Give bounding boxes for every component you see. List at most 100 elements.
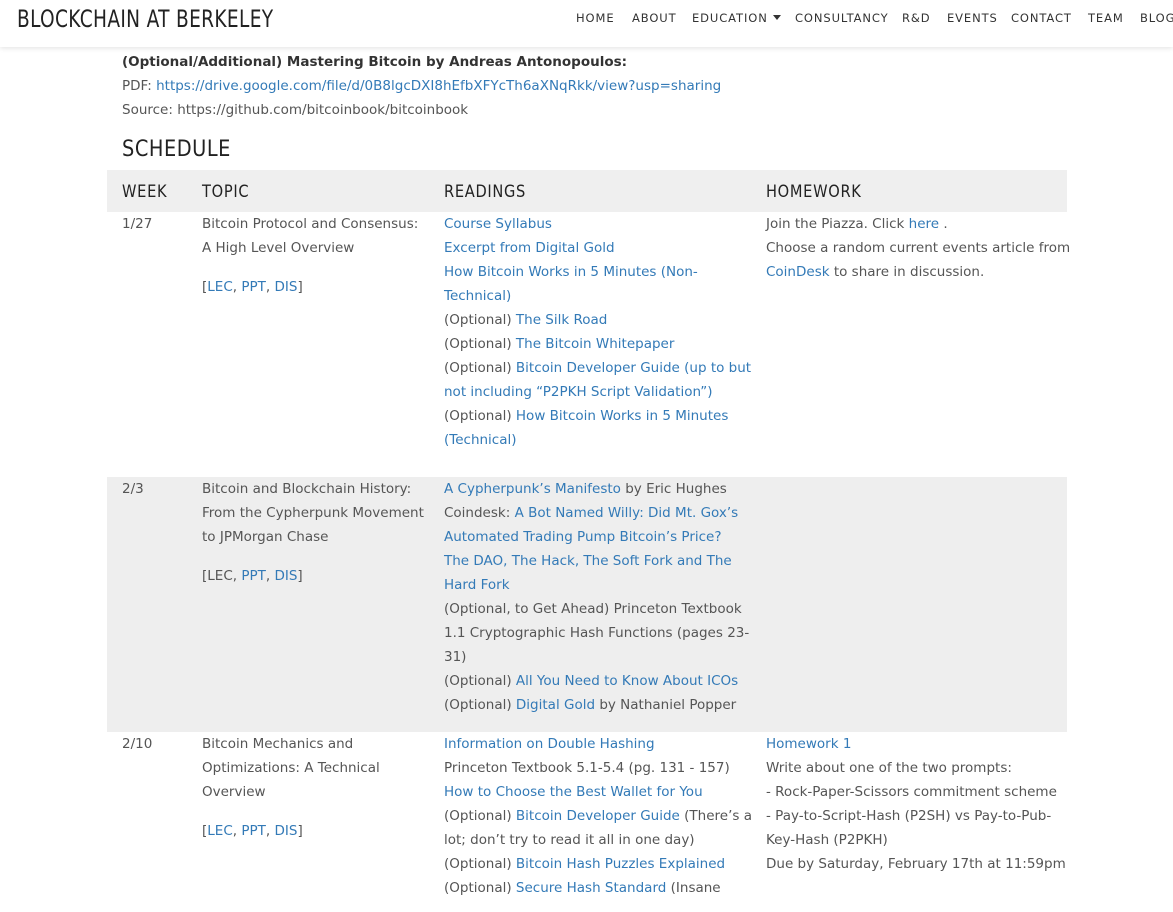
nav-blog[interactable]: BLOG <box>1140 11 1173 25</box>
reading-line: (Optional) Secure Hash Standard (Insane <box>444 876 752 900</box>
resource-pdf-line: PDF: https://drive.google.com/file/d/0B8… <box>122 77 721 95</box>
nav-education[interactable]: EDUCATION <box>692 11 781 25</box>
nav-consultancy[interactable]: CONSULTANCY <box>795 11 889 25</box>
lec-link[interactable]: LEC <box>207 823 232 839</box>
reading-text: (Optional) <box>444 856 516 872</box>
homework-cell: Join the Piazza. Click here . Choose a ra… <box>766 212 1070 284</box>
reading-link[interactable]: The Silk Road <box>516 312 607 328</box>
reading-link[interactable]: The Bitcoin Whitepaper <box>516 336 675 352</box>
nav-team[interactable]: TEAM <box>1088 11 1124 25</box>
homework-text: to share in discussion. <box>829 264 985 280</box>
reading-link[interactable]: Automated Trading Pump Bitcoin’s Price? <box>444 529 722 545</box>
table-row: 1/27 Bitcoin Protocol and Consensus: A Hig… <box>107 212 1070 477</box>
reading-line: Information on Double Hashing <box>444 732 752 756</box>
reading-link[interactable]: Bitcoin Developer Guide (up to but <box>516 360 751 376</box>
homework-link[interactable]: Homework 1 <box>766 736 851 752</box>
materials-links: [LEC, PPT, DIS] <box>202 564 424 588</box>
reading-link[interactable]: Course Syllabus <box>444 216 552 232</box>
homework-link[interactable]: CoinDesk <box>766 264 830 280</box>
reading-link[interactable]: Technical) <box>444 288 511 304</box>
reading-line: Hard Fork <box>444 573 749 597</box>
nav-about[interactable]: ABOUT <box>632 11 677 25</box>
reading-line: The DAO, The Hack, The Soft Fork and The <box>444 549 749 573</box>
materials-links: [LEC, PPT, DIS] <box>202 275 418 299</box>
lec-link[interactable]: LEC <box>207 279 232 295</box>
reading-link[interactable]: (Technical) <box>444 432 517 448</box>
ppt-link[interactable]: PPT <box>241 568 266 584</box>
reading-text: (Optional) <box>444 880 516 896</box>
reading-line: Technical) <box>444 284 751 308</box>
reading-link[interactable]: Digital Gold <box>516 697 595 713</box>
reading-link[interactable]: Information on Double Hashing <box>444 736 655 752</box>
column-header-topic: TOPIC <box>202 182 250 202</box>
nav-events[interactable]: EVENTS <box>947 11 998 25</box>
column-header-readings: READINGS <box>444 182 527 202</box>
reading-text: (Optional) <box>444 697 516 713</box>
nav-home[interactable]: HOME <box>576 11 615 25</box>
dis-link[interactable]: DIS <box>274 279 297 295</box>
ppt-link[interactable]: PPT <box>241 823 266 839</box>
week-label: 1/27 <box>122 216 153 232</box>
reading-link[interactable]: The DAO, The Hack, The Soft Fork and The <box>444 553 732 569</box>
readings-cell: Information on Double Hashing Princeton T… <box>444 732 752 900</box>
reading-link[interactable]: A Bot Named Willy: Did Mt. Gox’s <box>515 505 739 521</box>
reading-text: by Eric Hughes <box>620 481 727 497</box>
reading-link[interactable]: Secure Hash Standard <box>516 880 666 896</box>
reading-link[interactable]: How Bitcoin Works in 5 Minutes <box>516 408 728 424</box>
nav-rnd[interactable]: R&D <box>902 11 931 25</box>
reading-link[interactable]: Hard Fork <box>444 577 510 593</box>
table-row: 2/10 Bitcoin Mechanics and Optimizations: … <box>107 732 1067 912</box>
reading-text: 31) <box>444 649 467 665</box>
topic-line: Bitcoin Mechanics and <box>202 736 354 752</box>
reading-link[interactable]: Bitcoin Hash Puzzles Explained <box>516 856 725 872</box>
reading-text: (Optional) <box>444 312 516 328</box>
reading-text: (Optional) <box>444 808 516 824</box>
reading-text: (Optional) <box>444 408 516 424</box>
bracket-open: [LEC, <box>202 568 242 584</box>
reading-link[interactable]: How to Choose the Best Wallet for You <box>444 784 703 800</box>
reading-link[interactable]: Bitcoin Developer Guide <box>516 808 680 824</box>
reading-link[interactable]: not including “P2PKH Script Validation”) <box>444 384 713 400</box>
week-label: 2/10 <box>122 736 153 752</box>
homework-line: CoinDesk to share in discussion. <box>766 260 1070 284</box>
week-label: 2/3 <box>122 481 144 497</box>
pdf-link[interactable]: https://drive.google.com/file/d/0B8lgcDX… <box>156 78 721 94</box>
column-header-homework: HOMEWORK <box>766 182 862 202</box>
site-brand[interactable]: BLOCKCHAIN AT BERKELEY <box>17 4 273 34</box>
homework-text: - Pay-to-Script-Hash (P2SH) vs Pay-to-Pu… <box>766 808 1052 824</box>
reading-text: Princeton Textbook 5.1-5.4 (pg. 131 - 15… <box>444 760 730 776</box>
reading-text: (Optional) <box>444 673 516 689</box>
reading-line: (Optional) How Bitcoin Works in 5 Minute… <box>444 404 751 428</box>
schedule-heading: SCHEDULE <box>122 137 231 162</box>
table-row: 2/3 Bitcoin and Blockchain History: From t… <box>107 477 1067 732</box>
reading-link[interactable]: A Cypherpunk’s Manifesto <box>444 481 621 497</box>
reading-line: (Technical) <box>444 428 751 452</box>
reading-line: A Cypherpunk’s Manifesto by Eric Hughes <box>444 477 749 501</box>
homework-line: - Rock-Paper-Scissors commitment scheme <box>766 780 1066 804</box>
reading-line: not including “P2PKH Script Validation”) <box>444 380 751 404</box>
reading-line: (Optional) Bitcoin Hash Puzzles Explaine… <box>444 852 752 876</box>
resource-title: (Optional/Additional) Mastering Bitcoin … <box>122 54 628 70</box>
homework-line: Due by Saturday, February 17th at 11:59p… <box>766 852 1066 876</box>
reading-line: Automated Trading Pump Bitcoin’s Price? <box>444 525 749 549</box>
dis-link[interactable]: DIS <box>274 568 297 584</box>
reading-text: (Optional) <box>444 336 516 352</box>
homework-line: Homework 1 <box>766 732 1066 756</box>
pdf-label: PDF: <box>122 78 157 94</box>
reading-link[interactable]: All You Need to Know About ICOs <box>516 673 738 689</box>
homework-link[interactable]: here <box>909 216 939 232</box>
bracket-close: ] <box>297 823 303 839</box>
homework-text: Write about one of the two prompts: <box>766 760 1012 776</box>
dis-link[interactable]: DIS <box>274 823 297 839</box>
reading-line: (Optional, to Get Ahead) Princeton Textb… <box>444 597 749 621</box>
homework-line: Key-Hash (P2PKH) <box>766 828 1066 852</box>
nav-contact[interactable]: CONTACT <box>1011 11 1072 25</box>
reading-text: Coindesk: <box>444 505 515 521</box>
topic-cell: Bitcoin Mechanics and Optimizations: A Te… <box>202 732 380 843</box>
ppt-link[interactable]: PPT <box>241 279 266 295</box>
reading-link[interactable]: Excerpt from Digital Gold <box>444 240 615 256</box>
reading-line: (Optional) Bitcoin Developer Guide (up t… <box>444 356 751 380</box>
reading-link[interactable]: How Bitcoin Works in 5 Minutes (Non- <box>444 264 698 280</box>
reading-line: Course Syllabus <box>444 212 751 236</box>
